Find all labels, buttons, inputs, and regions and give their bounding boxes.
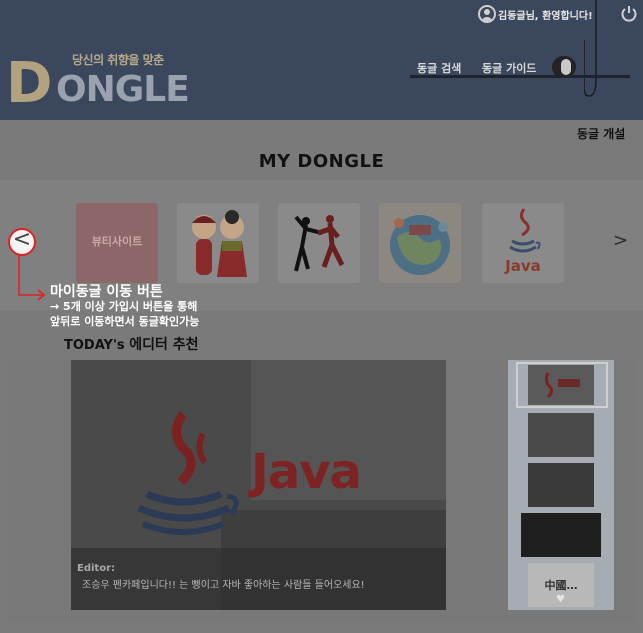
thumbnail-selected-frame [516, 362, 608, 408]
caption-text: 조승우 펜카페입니다!! 는 뻥이고 자바 좋아하는 사람들 들어오세요! [82, 580, 365, 591]
annotation-line-1: → 5개 이상 가입시 버튼을 통해 [50, 300, 198, 313]
user-greeting[interactable]: 김동글님, 환영합니다! [478, 4, 593, 24]
club-tile-beauty[interactable]: 뷰티사이트 [76, 203, 158, 283]
toggle-knob[interactable] [552, 56, 576, 78]
annotation-line-2: 앞뒤로 이동하면서 동글확인가능 [50, 315, 200, 328]
annotation-title: 마이동글 이동 버튼 [50, 284, 163, 300]
club-tile-java[interactable]: Java [482, 203, 564, 283]
club-tile-dance[interactable] [278, 203, 360, 283]
java-logo [509, 208, 541, 253]
java-banner-text: Java [251, 444, 362, 500]
beauty-site-logo: 뷰티사이트 [91, 235, 143, 248]
logo-tagline: 당신의 취향을 맞춘 [72, 53, 164, 67]
java-tile-text: Java [505, 257, 541, 275]
nav-search[interactable]: 동글 검색 [417, 60, 461, 76]
dancers-silhouette [294, 215, 345, 272]
logo-letter-d[interactable]: D [6, 56, 52, 112]
nav-guide[interactable]: 동글 가이드 [482, 60, 536, 76]
today-editor-heading: TODAY's 에디터 추천 [64, 334, 198, 354]
nav-underline [410, 75, 630, 78]
lamp-cord [584, 0, 597, 97]
thumbnail-dark[interactable] [521, 513, 601, 557]
open-club-link[interactable]: 동글 개설 [577, 125, 625, 142]
annotation-description: → 5개 이상 가입시 버튼을 통해 앞뒤로 이동하면서 동글확인가능 [50, 299, 199, 329]
today-label: TODAY's [64, 338, 125, 353]
club-tile-couple[interactable] [177, 203, 259, 283]
logo-wordmark[interactable]: ONGLE [56, 70, 190, 110]
travel-globe-illustration [390, 215, 450, 275]
thumb-logo-text: 中國… [544, 579, 578, 592]
greeting-text: 김동글님, 환영합니다! [498, 10, 593, 22]
thumbnail-person[interactable] [528, 463, 594, 507]
club-tile-travel[interactable] [379, 203, 461, 283]
thumbnail-city[interactable] [528, 413, 594, 457]
editor-pick-label: 에디터 추천 [129, 337, 199, 353]
carousel-next-button[interactable]: > [613, 230, 628, 251]
page-title: MY DONGLE [258, 151, 385, 172]
korean-couple-illustration [192, 210, 247, 277]
power-icon[interactable] [620, 5, 638, 23]
user-icon [478, 5, 496, 23]
caption-label: Editor: [77, 563, 115, 574]
chevron-down-icon[interactable]: ♥ [556, 594, 565, 605]
carousel-prev-button[interactable]: < [8, 228, 36, 256]
